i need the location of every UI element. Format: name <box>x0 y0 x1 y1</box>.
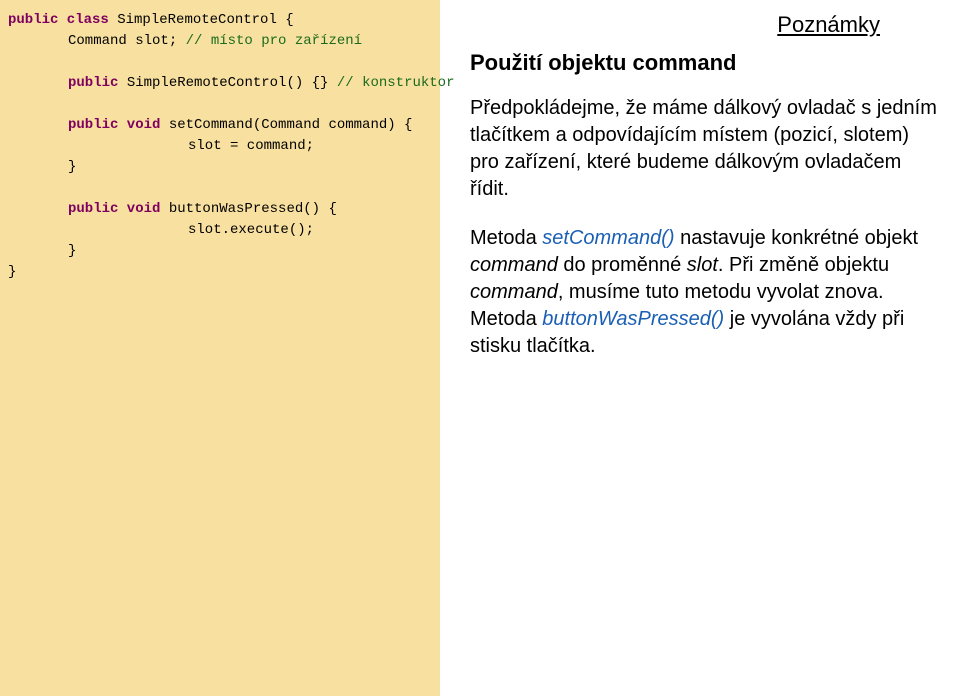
code-line: Command slot; // místo pro zařízení <box>8 31 432 52</box>
code-blank <box>8 94 432 115</box>
code-keyword: public void <box>68 201 160 217</box>
code-keyword: public class <box>8 12 109 28</box>
text: . Při změně objektu <box>718 254 889 276</box>
method-name: buttonWasPressed() <box>542 308 724 330</box>
emphasis: command <box>470 281 558 303</box>
code-text: setCommand(Command command) { <box>160 117 412 133</box>
method-name: setCommand() <box>542 227 674 249</box>
code-line: } <box>8 241 432 262</box>
notes-panel: Poznámky Použití objektu command Předpok… <box>440 0 960 696</box>
code-line: } <box>8 157 432 178</box>
code-line: public void buttonWasPressed() { <box>8 199 432 220</box>
section-heading: Použití objektu command <box>470 48 940 78</box>
text: do proměnné <box>558 254 687 276</box>
emphasis: slot <box>687 254 718 276</box>
emphasis: command <box>470 254 558 276</box>
text: Metoda <box>470 227 542 249</box>
code-line: slot.execute(); <box>8 220 432 241</box>
code-line: public void setCommand(Command command) … <box>8 115 432 136</box>
code-text: SimpleRemoteControl { <box>109 12 294 28</box>
code-line: public SimpleRemoteControl() {} // konst… <box>8 73 432 94</box>
code-keyword: public <box>68 75 118 91</box>
text: , musíme tuto metodu vyvolat znova. <box>558 281 884 303</box>
code-comment: // konstruktor <box>337 75 455 91</box>
code-blank <box>8 52 432 73</box>
text: nastavuje konkrétné objekt <box>675 227 919 249</box>
paragraph: Metoda setCommand() nastavuje konkrétné … <box>470 225 940 360</box>
code-comment: // místo pro zařízení <box>186 33 362 49</box>
code-keyword: public void <box>68 117 160 133</box>
code-line: } <box>8 262 432 283</box>
text: Metoda <box>470 308 542 330</box>
code-line: public class SimpleRemoteControl { <box>8 10 432 31</box>
paragraph: Předpokládejme, že máme dálkový ovladač … <box>470 95 940 203</box>
notes-title: Poznámky <box>470 10 940 40</box>
code-text: Command slot; <box>68 33 186 49</box>
code-line: slot = command; <box>8 136 432 157</box>
code-blank <box>8 178 432 199</box>
code-text: SimpleRemoteControl() {} <box>118 75 336 91</box>
code-text: buttonWasPressed() { <box>160 201 336 217</box>
code-panel: public class SimpleRemoteControl { Comma… <box>0 0 440 696</box>
